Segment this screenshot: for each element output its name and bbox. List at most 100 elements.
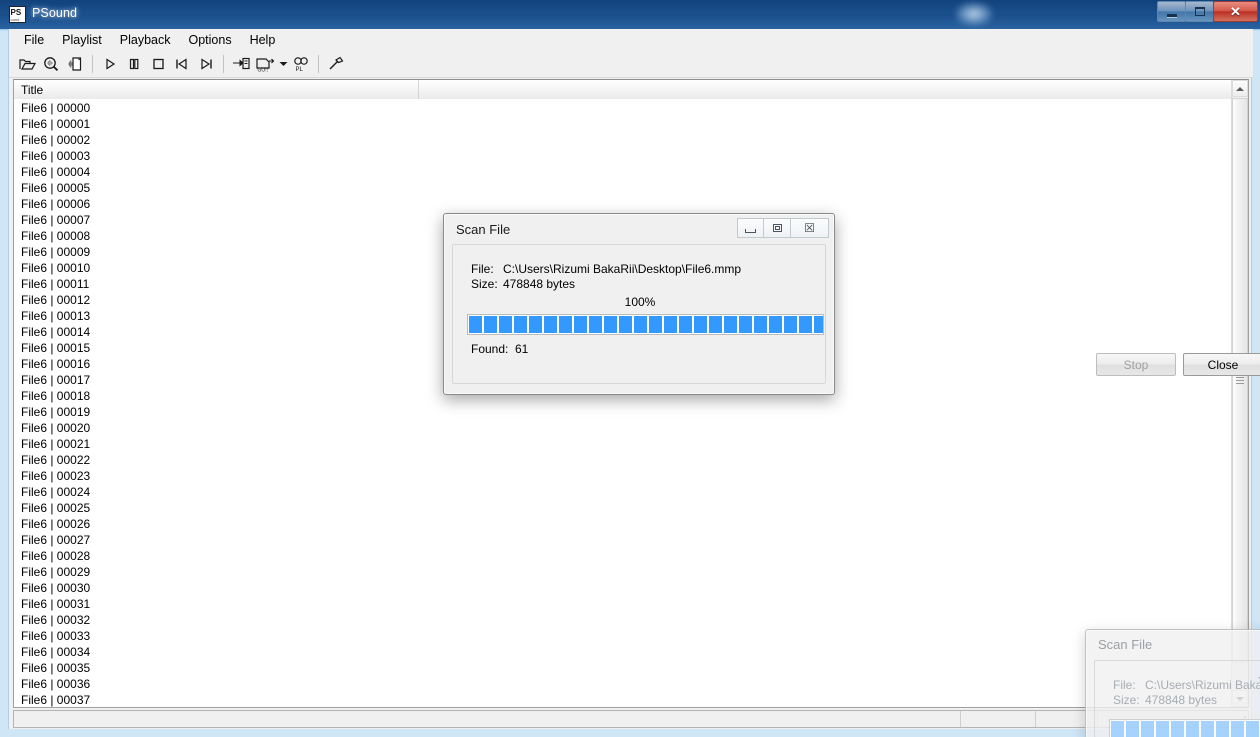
list-item[interactable]: File6 | 00024 xyxy=(14,484,1233,500)
list-item[interactable]: File6 | 00033 xyxy=(14,628,1233,644)
scan-file-dialog-ghost: Scan File File: C:\Users\Rizumi BakaRii\… xyxy=(1085,629,1260,737)
menu-item-playlist[interactable]: Playlist xyxy=(53,30,111,50)
previous-track-button[interactable] xyxy=(170,53,194,76)
scan-file-button[interactable] xyxy=(39,53,63,76)
list-item[interactable]: File6 | 00002 xyxy=(14,132,1233,148)
list-item[interactable]: File6 | 00027 xyxy=(14,532,1233,548)
list-item[interactable]: File6 | 00001 xyxy=(14,116,1233,132)
scroll-up-button[interactable] xyxy=(1232,80,1248,97)
previous-track-icon xyxy=(176,58,187,70)
play-icon xyxy=(106,58,116,70)
list-item[interactable]: File6 | 00034 xyxy=(14,644,1233,660)
progress-block xyxy=(634,316,647,333)
dialog-maximize-button[interactable] xyxy=(764,218,791,238)
psound-app-icon: PS ound xyxy=(9,6,26,23)
progress-bar-fill xyxy=(469,316,823,333)
list-item[interactable]: File6 | 00037 xyxy=(14,692,1233,707)
close-icon: ✕ xyxy=(1230,4,1241,19)
progress-block xyxy=(604,316,617,333)
file-value: C:\Users\Rizumi BakaRii\Desktop\File6.mm… xyxy=(503,262,742,276)
chevron-down-icon xyxy=(279,62,287,66)
list-item[interactable]: File6 | 00021 xyxy=(14,436,1233,452)
scan-progress-bar xyxy=(467,314,824,335)
size-value: 478848 bytes xyxy=(503,277,576,291)
window-title-bar[interactable]: PS ound PSound ✕ xyxy=(0,0,1260,29)
column-header-title[interactable]: Title xyxy=(14,80,419,99)
export-playlist-button[interactable]: GO!! xyxy=(253,53,277,76)
pause-button[interactable] xyxy=(122,53,146,76)
progress-block xyxy=(679,316,692,333)
list-item[interactable]: File6 | 00029 xyxy=(14,564,1233,580)
list-item[interactable]: File6 | 00026 xyxy=(14,516,1233,532)
dialog-title-bar[interactable]: Scan File ☒ xyxy=(444,214,834,244)
dialog-minimize-button[interactable] xyxy=(737,218,764,238)
progress-block xyxy=(529,316,542,333)
minimize-button[interactable] xyxy=(1157,1,1186,22)
menu-item-options[interactable]: Options xyxy=(179,30,240,50)
column-header-empty[interactable] xyxy=(419,80,1234,99)
list-item[interactable]: File6 | 00025 xyxy=(14,500,1233,516)
export-button[interactable] xyxy=(229,53,253,76)
menu-bar: File Playlist Playback Options Help xyxy=(9,29,1253,51)
minimize-icon xyxy=(1166,13,1177,17)
menu-item-help[interactable]: Help xyxy=(241,30,285,50)
list-item[interactable]: File6 | 00000 xyxy=(14,100,1233,116)
found-value: 61 xyxy=(515,342,529,356)
status-cell-1 xyxy=(14,711,961,727)
playlist-settings-button[interactable]: PL xyxy=(289,53,313,76)
list-item[interactable]: File6 | 00022 xyxy=(14,452,1233,468)
open-file-button[interactable] xyxy=(15,53,39,76)
scroll-thumb-grip xyxy=(1236,375,1244,386)
maximize-icon xyxy=(1194,7,1205,16)
list-item[interactable]: File6 | 00005 xyxy=(14,180,1233,196)
list-rows-container: File6 | 00000 File6 | 00001 File6 | 00002 F… xyxy=(14,100,1233,707)
close-button[interactable]: ✕ xyxy=(1213,1,1258,22)
progress-block xyxy=(589,316,602,333)
maximize-button[interactable] xyxy=(1185,1,1214,22)
vertical-scroll-thumb[interactable] xyxy=(1232,98,1248,663)
list-item[interactable]: File6 | 00003 xyxy=(14,148,1233,164)
scan-file-dialog[interactable]: Scan File ☒ File: C:\Users\Rizumi BakaRi… xyxy=(443,213,1260,395)
list-item[interactable]: File6 | 00004 xyxy=(14,164,1233,180)
progress-block xyxy=(544,316,557,333)
scan-folder-button[interactable] xyxy=(63,53,87,76)
menu-item-playback[interactable]: Playback xyxy=(111,30,180,50)
play-button[interactable] xyxy=(98,53,122,76)
ghost-file-label: File: xyxy=(1113,678,1136,692)
stop-button[interactable] xyxy=(146,53,170,76)
list-item[interactable]: File6 | 00032 xyxy=(14,612,1233,628)
close-button[interactable]: Close xyxy=(1183,353,1260,376)
list-item[interactable]: File6 | 00035 xyxy=(14,660,1233,676)
dialog-title: Scan File xyxy=(456,222,511,237)
next-track-icon xyxy=(201,58,212,70)
ghost-progress-block xyxy=(1126,721,1139,737)
next-track-button[interactable] xyxy=(194,53,218,76)
progress-block xyxy=(649,316,662,333)
maximize-icon xyxy=(772,224,782,232)
menu-item-file[interactable]: File xyxy=(15,30,53,50)
svg-text:PL: PL xyxy=(296,67,304,72)
list-item[interactable]: File6 | 00020 xyxy=(14,420,1233,436)
ghost-progress-block xyxy=(1111,721,1124,737)
dialog-close-button[interactable]: ☒ xyxy=(791,218,829,238)
list-item[interactable]: File6 | 00019 xyxy=(14,404,1233,420)
ghost-progress-block xyxy=(1171,721,1184,737)
ghost-size-label: Size: xyxy=(1113,693,1140,707)
list-item[interactable]: File6 | 00028 xyxy=(14,548,1233,564)
ghost-size-value: 478848 bytes xyxy=(1145,693,1218,707)
tools-button[interactable] xyxy=(324,53,348,76)
list-item[interactable]: File6 | 00006 xyxy=(14,196,1233,212)
ghost-progress-block xyxy=(1231,721,1244,737)
svg-text:GO!!: GO!! xyxy=(258,68,269,73)
progress-block xyxy=(784,316,797,333)
list-item[interactable]: File6 | 00030 xyxy=(14,580,1233,596)
export-dropdown-arrow[interactable] xyxy=(277,53,289,76)
ghost-dialog-group: File: C:\Users\Rizumi BakaRii\D Size: 47… xyxy=(1094,660,1260,737)
list-vertical-scrollbar[interactable] xyxy=(1231,80,1248,707)
size-label: Size: xyxy=(471,277,498,291)
progress-block xyxy=(814,316,823,333)
ghost-progress-bar xyxy=(1109,719,1260,737)
list-item[interactable]: File6 | 00023 xyxy=(14,468,1233,484)
list-item[interactable]: File6 | 00036 xyxy=(14,676,1233,692)
list-item[interactable]: File6 | 00031 xyxy=(14,596,1233,612)
